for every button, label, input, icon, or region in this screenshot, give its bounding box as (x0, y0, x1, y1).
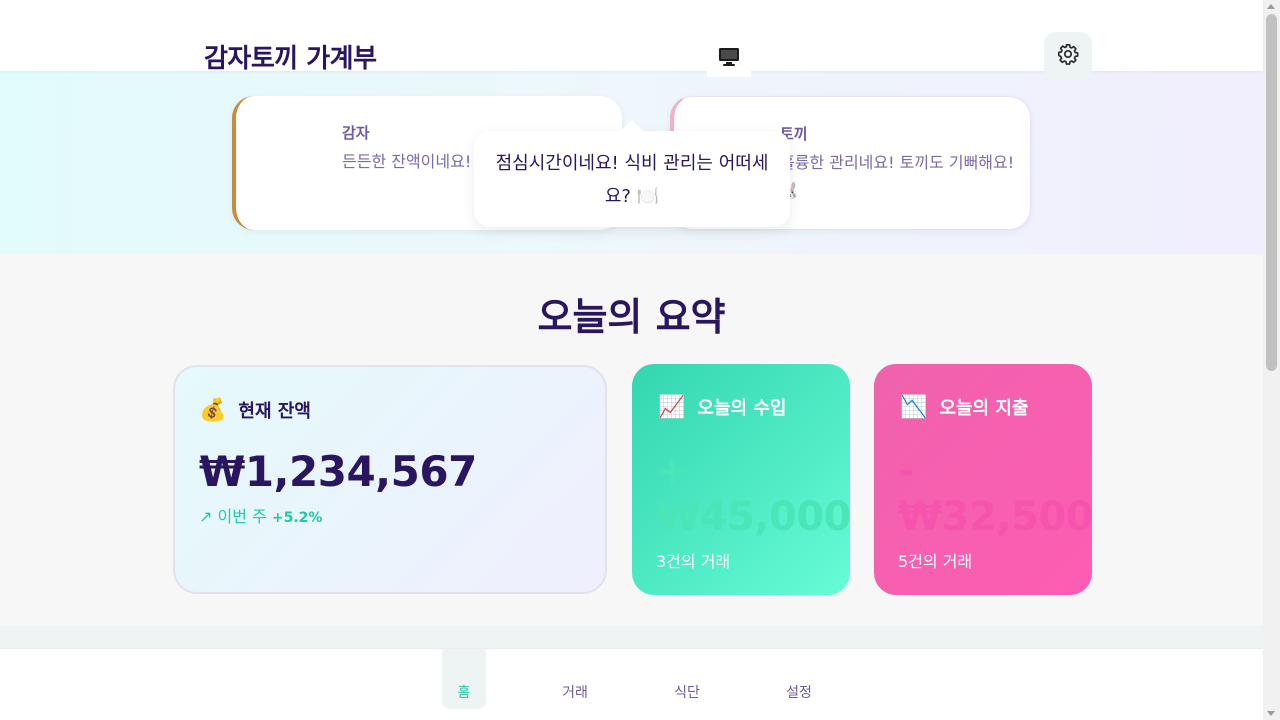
income-card-header: 📈 오늘의 수입 (658, 394, 786, 420)
potato-name: 감자 (342, 124, 370, 142)
balance-card-header: 💰 현재 잔액 (199, 397, 311, 423)
vertical-scrollbar[interactable] (1263, 0, 1280, 720)
balance-card[interactable]: 💰 현재 잔액 ₩1,234,567 ↗ 이번 주 +5.2% (173, 365, 607, 594)
nav-item-home[interactable]: 홈 (442, 649, 486, 709)
scroll-thumb[interactable] (1266, 14, 1277, 371)
income-card[interactable]: 📈 오늘의 수입 + ₩45,000 3건의 거래 (632, 364, 850, 595)
app-header: 감자토끼 가계부 (0, 0, 1263, 80)
balance-trend: ↗ 이번 주 +5.2% (199, 503, 322, 527)
income-count: 3건의 거래 (656, 552, 731, 571)
scroll-down-arrow-icon[interactable] (1267, 711, 1275, 716)
balance-label: 현재 잔액 (238, 401, 311, 422)
nav-item-settings[interactable]: 설정 (777, 649, 821, 709)
expense-amount: - ₩32,500 (898, 448, 1092, 540)
money-bag-icon: 💰 (199, 397, 227, 423)
monitor-button[interactable] (707, 41, 751, 77)
scroll-up-arrow-icon[interactable] (1267, 4, 1275, 9)
settings-button[interactable] (1044, 32, 1092, 80)
nav-item-transactions[interactable]: 거래 (553, 649, 597, 709)
expense-count: 5건의 거래 (898, 552, 973, 571)
tooltip-text: 점심시간이네요! 식비 관리는 어떠세요? 🍽️ (495, 153, 769, 207)
expense-card[interactable]: 📉 오늘의 지출 - ₩32,500 5건의 거래 (874, 364, 1092, 595)
expense-label: 오늘의 지출 (939, 398, 1029, 419)
gear-icon (1057, 43, 1079, 69)
balance-amount: ₩1,234,567 (199, 447, 477, 496)
rabbit-message: 훌륭한 관리네요! 토끼도 기뻐해요! 🐰 (780, 153, 1015, 200)
monitor-icon (718, 47, 740, 71)
nav-item-meals[interactable]: 식단 (665, 649, 709, 709)
meal-time-tooltip: 점심시간이네요! 식비 관리는 어떠세요? 🍽️ (474, 131, 790, 227)
trend-up-icon: ↗ (199, 507, 213, 526)
expense-card-header: 📉 오늘의 지출 (900, 394, 1028, 420)
chart-down-icon: 📉 (900, 394, 928, 420)
chart-up-icon: 📈 (658, 394, 686, 420)
app-title: 감자토끼 가계부 (204, 44, 377, 74)
income-label: 오늘의 수입 (697, 398, 787, 419)
bottom-navigation: 홈 거래 식단 설정 (0, 648, 1263, 720)
trend-value: +5.2% (271, 510, 323, 526)
summary-title: 오늘의 요약 (537, 295, 726, 339)
income-amount: + ₩45,000 (656, 448, 850, 540)
section-divider (0, 626, 1263, 648)
trend-label: 이번 주 (217, 507, 267, 526)
